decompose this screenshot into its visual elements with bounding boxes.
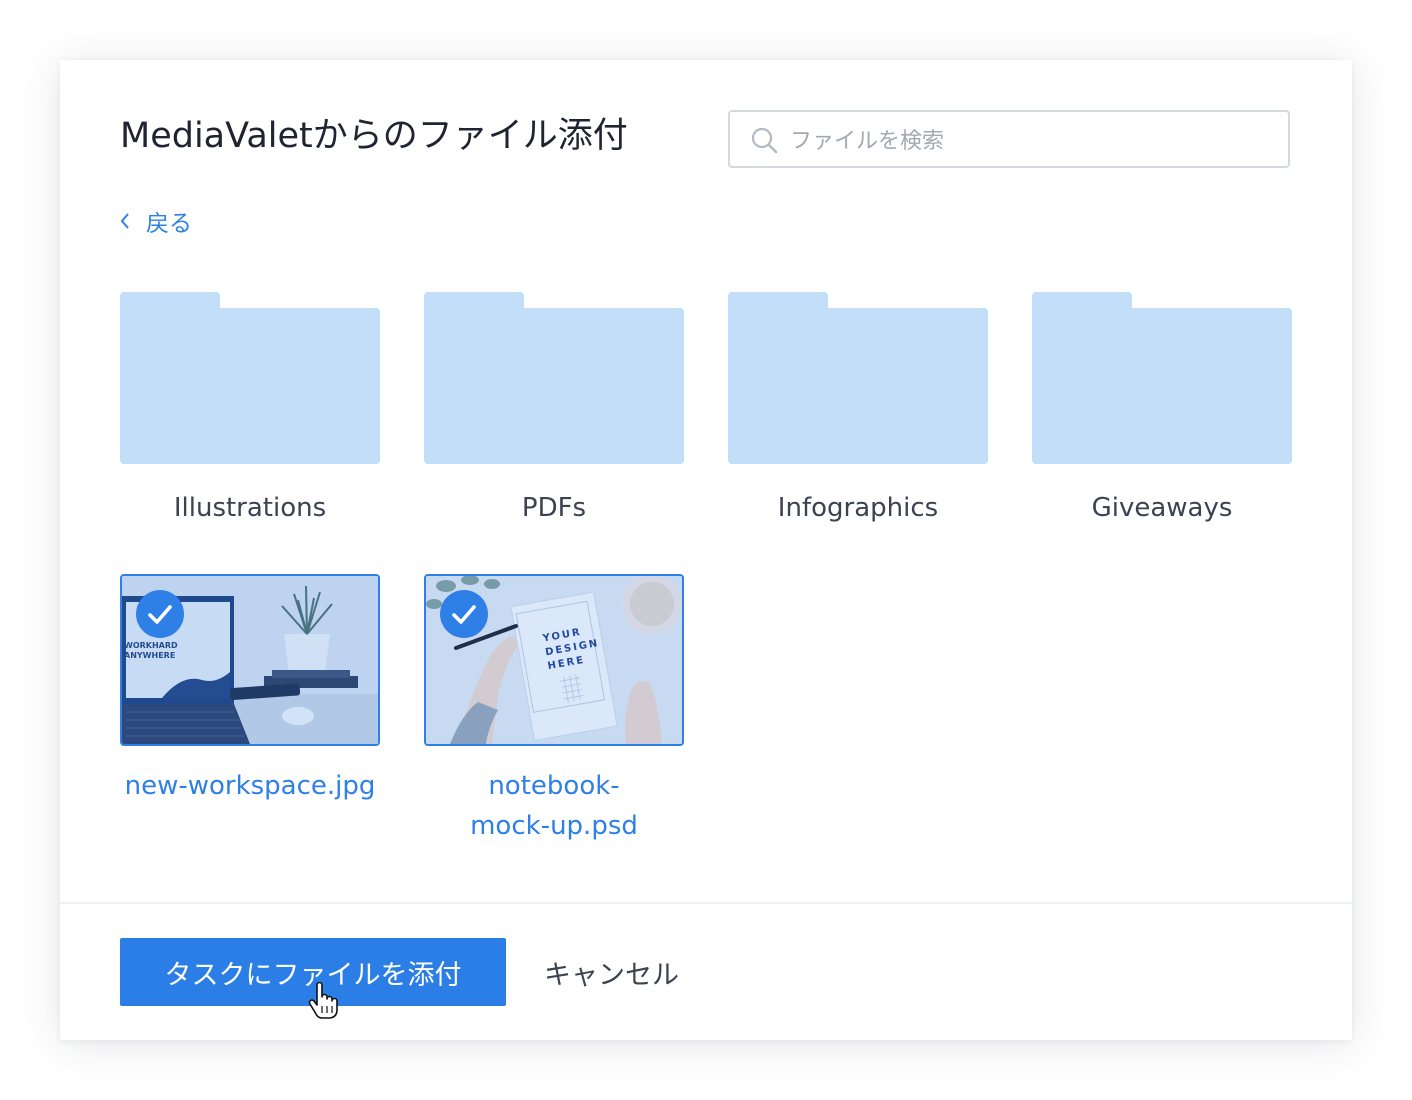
search-icon [751,127,778,154]
folder-icon [728,292,988,464]
search-input[interactable] [788,122,1272,160]
file-name-line: mock-up.psd [470,811,638,841]
folder-label: Illustrations [173,493,327,523]
search-box[interactable] [728,110,1290,168]
file-thumbnail[interactable]: YOUR DESIGN HERE [424,574,684,746]
hand-pointer-icon [308,982,338,1019]
folder-pdfs[interactable]: PDFs [424,292,684,528]
folder-icon [120,292,380,464]
folder-illustrations[interactable]: Illustrations [120,292,380,528]
folder-infographics[interactable]: Infographics [728,292,988,528]
back-link[interactable]: 戻る [118,203,192,239]
file-thumbnail[interactable]: WORKHARD ANYWHERE [120,574,380,746]
chevron-left-icon [120,213,129,229]
folder-label: Infographics [777,493,939,523]
cancel-button[interactable]: キャンセル [544,950,679,994]
file-name-line: notebook- [488,771,620,801]
folder-label: PDFs [521,493,587,523]
file-name[interactable]: new-workspace.jpg [120,766,380,806]
back-label: 戻る [146,211,192,237]
selected-check-icon [136,590,184,638]
file-new-workspace[interactable]: WORKHARD ANYWHERE new-workspace.jpg [120,574,380,806]
folder-label: Giveaways [1091,493,1233,523]
file-attach-dialog: MediaValetからのファイル添付 戻る Illustrations PDF… [60,60,1352,1040]
folder-icon [424,292,684,464]
folder-icon [1032,292,1292,464]
file-name-line: new-workspace.jpg [124,771,376,801]
file-name[interactable]: notebook- mock-up.psd [424,766,684,846]
dialog-title: MediaValetからのファイル添付 [120,116,628,156]
selected-check-icon [440,590,488,638]
file-notebook-mockup[interactable]: YOUR DESIGN HERE notebook- mock-up.psd [424,574,684,846]
folder-giveaways[interactable]: Giveaways [1032,292,1292,528]
footer-divider [60,902,1352,904]
